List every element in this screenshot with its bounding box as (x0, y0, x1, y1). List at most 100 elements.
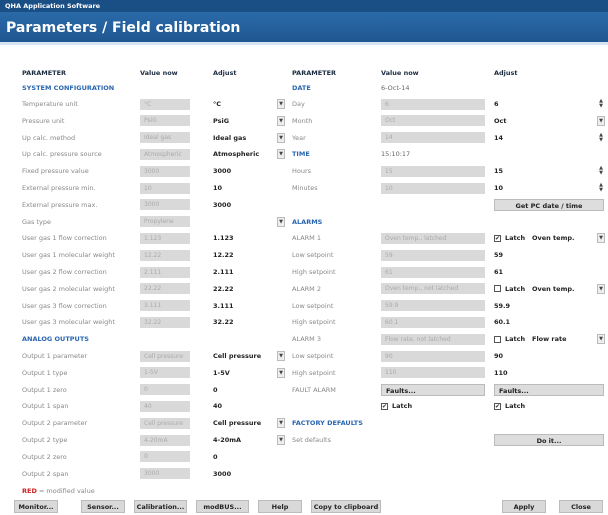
date-row-0-spinner-icon[interactable]: ▲ ▼ (597, 99, 605, 109)
analog-row-7-adjust-field[interactable]: 3000 (213, 468, 275, 480)
system-row-11-adjust-field[interactable]: 22.22 (213, 283, 275, 295)
header-adjust-left: Adjust (213, 69, 237, 77)
system-row-0-adjust-field[interactable]: °C (213, 98, 275, 110)
alarm-1-latch-checkbox[interactable]: ✔ (494, 234, 501, 242)
alarm-1-high-setpoint-adjust-field[interactable]: 61 (494, 266, 584, 278)
section-time: TIME (292, 150, 310, 159)
fault-latch-adjust-checkbox[interactable]: ✔ (494, 402, 501, 410)
system-row-5-adjust-field[interactable]: 10 (213, 182, 275, 194)
bottom-button-monitor[interactable]: Monitor... (14, 500, 58, 513)
system-row-6-value-now: 3000 (140, 199, 190, 211)
alarm-1-dropdown-arrow-icon[interactable]: ▼ (597, 233, 605, 244)
analog-row-2-value-now: 0 (140, 384, 190, 396)
system-row-2-dropdown-arrow-icon[interactable]: ▼ (277, 132, 285, 143)
system-row-8-adjust-field[interactable]: 1.123 (213, 232, 275, 244)
system-row-0-label: Temperature unit (22, 100, 78, 108)
apply-button[interactable]: Apply (502, 500, 546, 513)
system-row-4-adjust-field[interactable]: 3000 (213, 165, 275, 177)
get-pc-date-time-button[interactable]: Get PC date / time (494, 198, 604, 211)
system-row-3-adjust-field[interactable]: Atmospheric (213, 148, 275, 160)
system-row-7-adjust-field[interactable] (213, 216, 275, 228)
alarm-2-high-setpoint-label: High setpoint (292, 318, 336, 327)
system-row-10-label: User gas 2 flow correction (22, 268, 107, 276)
alarm-1-parameter-select[interactable]: Oven temp. (532, 232, 592, 244)
system-row-4-value-now: 3000 (140, 165, 190, 177)
alarm-1-latch-label: Latch (505, 234, 526, 243)
date-row-2-value-now: 14 (381, 132, 485, 144)
bottom-button-copy-to-clipboard[interactable]: Copy to clipboard (311, 500, 381, 513)
bottom-button-modbus[interactable]: modBUS... (196, 500, 249, 513)
analog-row-4-adjust-field[interactable]: Cell pressure (213, 417, 275, 429)
analog-row-6-value-now: 0 (140, 451, 190, 463)
system-row-9-label: User gas 1 molecular weight (22, 251, 115, 260)
system-row-1-dropdown-arrow-icon[interactable]: ▼ (277, 115, 285, 126)
alarm-2-high-setpoint-adjust-field[interactable]: 60.1 (494, 316, 584, 328)
bottom-button-calibration[interactable]: Calibration... (134, 500, 187, 513)
alarm-3-low-setpoint-adjust-field[interactable]: 90 (494, 350, 584, 362)
system-row-0-dropdown-arrow-icon[interactable]: ▼ (277, 99, 285, 109)
date-row-2-spinner-icon[interactable]: ▲ ▼ (597, 132, 605, 143)
time-row-1-label: Minutes (292, 184, 318, 192)
date-row-0-adjust-field[interactable]: 6 (494, 98, 584, 110)
system-row-13-value-now: 32.22 (140, 316, 190, 328)
system-row-3-dropdown-arrow-icon[interactable]: ▼ (277, 149, 285, 160)
time-row-1-adjust-field[interactable]: 10 (494, 182, 584, 194)
system-row-13-adjust-field[interactable]: 32.22 (213, 316, 275, 328)
date-row-1-dropdown-arrow-icon[interactable]: ▼ (597, 115, 605, 126)
date-row-0-value-now: 6 (381, 98, 485, 110)
analog-row-4-dropdown-arrow-icon[interactable]: ▼ (277, 418, 285, 429)
analog-row-1-dropdown-arrow-icon[interactable]: ▼ (277, 367, 285, 378)
header-value-now-left: Value now (140, 69, 178, 77)
date-row-2-adjust-field[interactable]: 14 (494, 132, 584, 144)
legend-text: = modified value (38, 487, 95, 495)
analog-row-0-dropdown-arrow-icon[interactable]: ▼ (277, 351, 285, 361)
close-button[interactable]: Close (559, 500, 603, 513)
alarm-2-low-setpoint-adjust-field[interactable]: 59.9 (494, 300, 584, 312)
system-row-1-value-now: PsiG (140, 115, 190, 127)
time-row-0-spinner-icon[interactable]: ▲ ▼ (597, 166, 605, 176)
analog-row-0-adjust-field[interactable]: Cell pressure (213, 350, 275, 362)
analog-row-5-dropdown-arrow-icon[interactable]: ▼ (277, 435, 285, 445)
alarm-1-low-setpoint-adjust-field[interactable]: 59 (494, 249, 584, 261)
system-row-7-dropdown-arrow-icon[interactable]: ▼ (277, 216, 285, 227)
time-row-0-adjust-field[interactable]: 15 (494, 165, 584, 177)
system-row-2-value-now: Ideal gas (140, 132, 190, 144)
time-row-1-spinner-icon[interactable]: ▲ ▼ (597, 183, 605, 193)
analog-row-5-adjust-field[interactable]: 4-20mA (213, 434, 275, 446)
faults-adjust-button[interactable]: Faults... (494, 383, 604, 396)
date-row-2-label: Year (292, 133, 306, 142)
alarm-3-high-setpoint-adjust-field[interactable]: 110 (494, 367, 584, 379)
system-row-1-adjust-field[interactable]: PsiG (213, 115, 275, 127)
faults-now-button[interactable]: Faults... (381, 383, 485, 396)
system-row-9-adjust-field[interactable]: 12.22 (213, 249, 275, 261)
analog-row-1-adjust-field[interactable]: 1-5V (213, 367, 275, 379)
section-factory-defaults: FACTORY DEFAULTS (292, 419, 363, 428)
date-row-1-adjust-field[interactable]: Oct (494, 115, 584, 127)
alarm-2-dropdown-arrow-icon[interactable]: ▼ (597, 283, 605, 294)
system-row-6-adjust-field[interactable]: 3000 (213, 199, 275, 211)
alarm-2-latch-checkbox[interactable] (494, 285, 501, 293)
analog-row-2-adjust-field[interactable]: 0 (213, 384, 275, 396)
alarm-2-label: ALARM 2 (292, 284, 321, 293)
alarm-3-parameter-select[interactable]: Flow rate (532, 333, 592, 345)
system-row-10-adjust-field[interactable]: 2.111 (213, 266, 275, 278)
do-it-button[interactable]: Do it... (494, 434, 604, 446)
alarm-3-high-setpoint-value-now: 110 (381, 367, 485, 379)
analog-row-3-label: Output 1 span (22, 402, 69, 411)
system-row-2-label: Up calc. method (22, 133, 76, 142)
analog-row-3-adjust-field[interactable]: 40 (213, 400, 275, 412)
analog-row-6-adjust-field[interactable]: 0 (213, 451, 275, 463)
analog-row-4-label: Output 2 parameter (22, 419, 88, 428)
alarm-2-low-setpoint-value-now: 59.9 (381, 300, 485, 312)
system-row-12-adjust-field[interactable]: 3.111 (213, 300, 275, 312)
alarm-3-dropdown-arrow-icon[interactable]: ▼ (597, 334, 605, 345)
bottom-button-help[interactable]: Help (258, 500, 302, 513)
system-row-2-adjust-field[interactable]: Ideal gas (213, 132, 275, 144)
alarm-3-high-setpoint-label: High setpoint (292, 368, 336, 377)
bottom-button-sensor[interactable]: Sensor... (81, 500, 125, 513)
header-value-now-right: Value now (381, 69, 419, 77)
alarm-3-low-setpoint-label: Low setpoint (292, 352, 334, 360)
alarm-2-parameter-select[interactable]: Oven temp. (532, 283, 592, 295)
alarm-3-latch-checkbox[interactable] (494, 335, 501, 343)
analog-row-2-label: Output 1 zero (22, 385, 67, 394)
